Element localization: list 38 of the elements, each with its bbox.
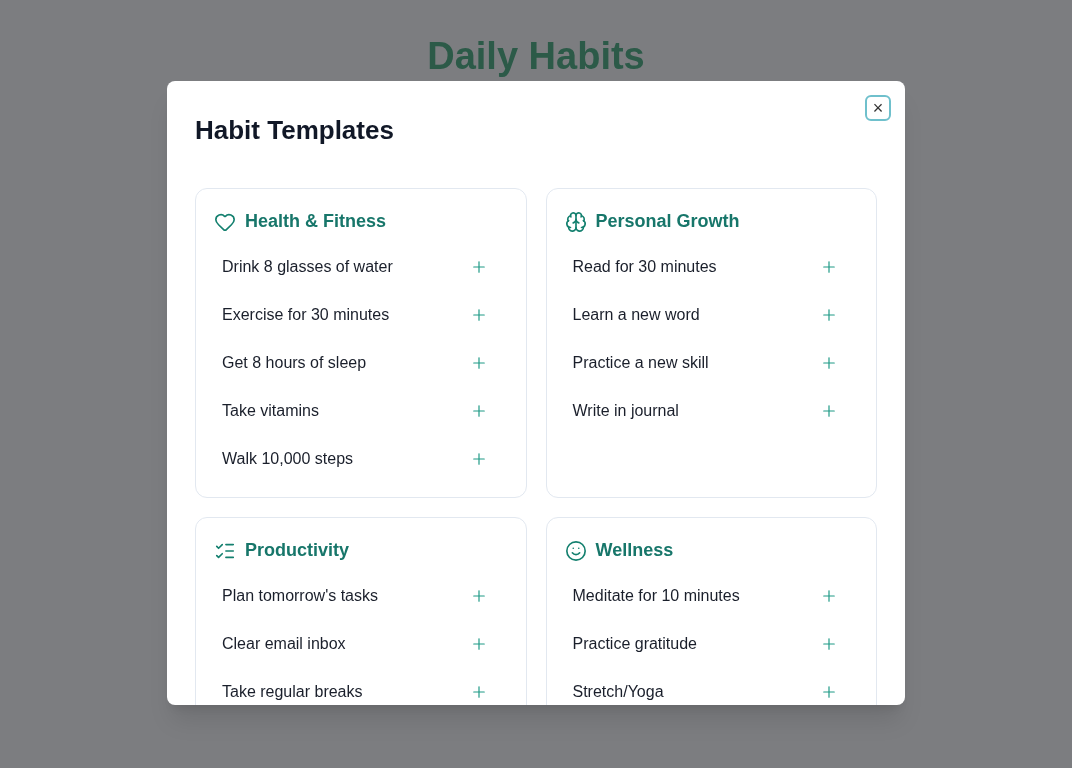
habit-label: Get 8 hours of sleep (222, 353, 367, 373)
habit-label: Practice a new skill (572, 353, 709, 373)
habit-label: Exercise for 30 minutes (222, 305, 390, 325)
add-button[interactable] (820, 635, 838, 653)
smiley-icon (564, 539, 587, 562)
habit-label: Plan tomorrow's tasks (222, 586, 378, 606)
category-title: Personal Growth (595, 210, 740, 233)
habit-label: Read for 30 minutes (572, 257, 717, 277)
category-title: Health & Fitness (245, 210, 387, 233)
plus-icon (820, 354, 838, 372)
add-button[interactable] (820, 402, 838, 420)
habit-label: Take regular breaks (222, 682, 363, 702)
habit-label: Take vitamins (222, 401, 319, 421)
category-title: Productivity (245, 539, 350, 562)
add-button[interactable] (820, 683, 838, 701)
habit-label: Learn a new word (572, 305, 700, 325)
category-title: Wellness (595, 539, 674, 562)
habit-label: Stretch/Yoga (572, 682, 664, 702)
add-button[interactable] (820, 354, 838, 372)
add-button[interactable] (820, 587, 838, 605)
plus-icon (820, 683, 838, 701)
brain-icon (564, 210, 587, 233)
plus-icon (820, 587, 838, 605)
add-button[interactable] (820, 258, 838, 276)
plus-icon (820, 258, 838, 276)
habit-label: Meditate for 10 minutes (572, 586, 740, 606)
page-title: Daily Habits (427, 34, 645, 79)
add-button[interactable] (820, 306, 838, 324)
close-button[interactable]: × (865, 95, 891, 121)
habit-label: Practice gratitude (572, 634, 697, 654)
dialog-title: Habit Templates (195, 114, 395, 147)
habit-label: Drink 8 glasses of water (222, 257, 393, 277)
habit-label: Clear email inbox (222, 634, 346, 654)
habit-label: Walk 10,000 steps (222, 449, 354, 469)
plus-icon (820, 635, 838, 653)
plus-icon (820, 402, 838, 420)
plus-icon (820, 306, 838, 324)
habit-label: Write in journal (572, 401, 679, 421)
